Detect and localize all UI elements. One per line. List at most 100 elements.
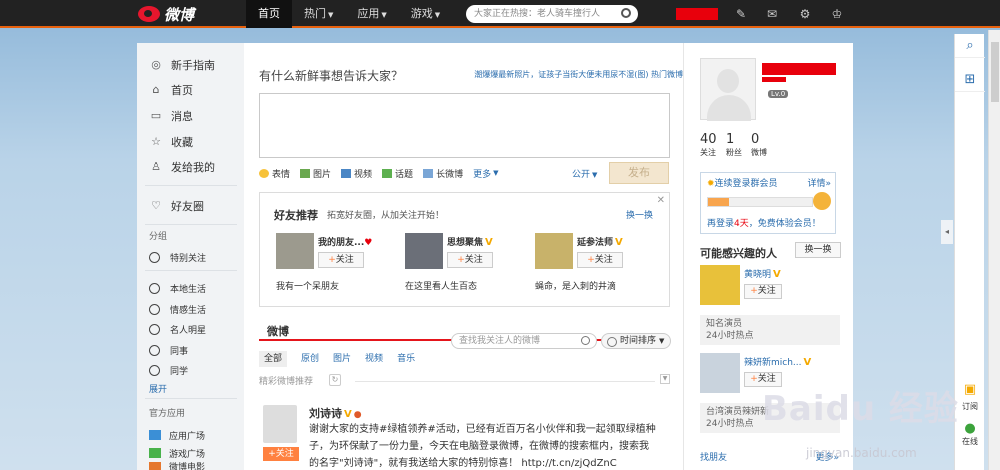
follow-button[interactable]: +关注	[577, 252, 623, 268]
visibility-label: 公开	[572, 170, 591, 180]
search-icon[interactable]	[621, 8, 631, 18]
rec-name[interactable]: 我的朋友...♥	[318, 235, 372, 248]
stat-followers[interactable]: 1 粉丝	[726, 132, 742, 158]
sidebar-item-label: 新手指南	[171, 59, 215, 72]
stat-number: 1	[726, 132, 735, 147]
sidebar-item-label: 名人明星	[170, 325, 207, 336]
verified-v-icon: V	[485, 237, 493, 248]
sidebar-group-item[interactable]: 同学	[149, 363, 188, 377]
crown-icon[interactable]: ♔	[829, 6, 845, 22]
vip-promo[interactable]: 再登录4天，免费体验会员！	[707, 216, 821, 229]
rec-name[interactable]: 延参法师 V	[577, 235, 623, 248]
scan-icon[interactable]: ⊞	[955, 68, 985, 92]
refresh-icon[interactable]: ↻	[329, 374, 341, 386]
tab-original[interactable]: 原创	[301, 351, 319, 367]
user-avatar[interactable]	[700, 58, 756, 121]
online-label[interactable]: 在线	[959, 436, 981, 447]
find-friends-link[interactable]: 找朋友	[700, 450, 727, 463]
tab-all[interactable]: 全部	[259, 351, 288, 367]
sidebar-item-sent-to-me[interactable]: ♙ 发给我的	[149, 159, 215, 175]
tab-videos[interactable]: 视频	[365, 351, 383, 367]
rec-swap-link[interactable]: 换一换	[626, 208, 653, 221]
rec-desc: 在这里看人生百态	[405, 282, 478, 292]
sidebar-app-item[interactable]: 游戏广场	[149, 446, 205, 460]
panel-toggle-icon[interactable]: ◂	[941, 220, 953, 244]
sidebar-item-home[interactable]: ⌂ 首页	[149, 82, 194, 98]
stat-following[interactable]: 40 关注	[700, 132, 717, 158]
publish-button[interactable]: 发布	[609, 162, 669, 184]
avatar[interactable]	[700, 265, 740, 305]
compose-textarea[interactable]	[259, 93, 670, 158]
scrollbar-thumb[interactable]	[991, 42, 999, 102]
divider	[145, 185, 237, 186]
tool-more[interactable]: 更多 ▼	[473, 167, 498, 180]
suggested-name[interactable]: 辣妍新mich... V	[744, 355, 811, 368]
nav-home[interactable]: 首页	[246, 0, 292, 28]
rec-subtitle: 拓宽好友圈，从加关注开始！	[327, 211, 445, 221]
tool-image[interactable]: 图片	[300, 167, 331, 180]
sidebar-item-label: 好友圈	[171, 200, 204, 213]
nav-hot[interactable]: 热门 ▼	[292, 0, 345, 28]
sidebar-group-item[interactable]: 同事	[149, 343, 188, 357]
sidebar-item-special[interactable]: 特别关注	[149, 250, 206, 264]
sort-dropdown[interactable]: 时间排序 ▼	[601, 333, 671, 349]
tool-video[interactable]: 视频	[341, 167, 372, 180]
username-redacted[interactable]	[762, 63, 836, 75]
username-redacted[interactable]	[676, 8, 718, 20]
compose-icon[interactable]: ✎	[733, 6, 749, 22]
gear-icon[interactable]: ⚙	[797, 6, 813, 22]
stat-posts[interactable]: 0 微博	[751, 132, 767, 158]
suggested-name[interactable]: 黄晓明 V	[744, 267, 781, 280]
nav-apps[interactable]: 应用 ▼	[345, 0, 398, 28]
search-icon[interactable]	[581, 336, 590, 345]
rec-name[interactable]: 思想聚焦 V	[447, 235, 493, 248]
avatar[interactable]	[700, 353, 740, 393]
sidebar-item-friend-circle[interactable]: ♡ 好友圈	[149, 198, 204, 214]
sidebar-app-item[interactable]: 应用广场	[149, 428, 205, 442]
mail-icon[interactable]: ✉	[764, 6, 780, 22]
sidebar-group-item[interactable]: 名人明星	[149, 322, 206, 336]
suggested-name-text: 黄晓明	[744, 270, 772, 280]
username-redacted-2	[762, 77, 786, 82]
hot-links[interactable]: 潮爆爆最新照片，证孩子当街大便未用尿不湿(图) 热门微博	[474, 69, 683, 80]
sidebar-item-messages[interactable]: ▭ 消息	[149, 108, 193, 124]
post-follow-button[interactable]: +关注	[263, 447, 299, 461]
follow-button[interactable]: +关注	[744, 284, 782, 299]
vip-title[interactable]: ✹连续登录群会员	[707, 176, 778, 189]
home-icon: ⌂	[152, 83, 160, 96]
nav-games[interactable]: 游戏 ▼	[399, 0, 452, 28]
post-author[interactable]: 刘诗诗 V ●	[309, 405, 362, 421]
close-icon[interactable]: ✕	[657, 195, 665, 206]
global-search-input[interactable]: 大家正在热搜：老人骑车撞行人	[466, 5, 638, 23]
sidebar-item-guide[interactable]: ◎ 新手指南	[149, 57, 215, 73]
avatar[interactable]	[276, 233, 314, 269]
subscribe-label[interactable]: 订阅	[959, 401, 981, 412]
feed-search-input[interactable]: 查找我关注人的微博	[451, 333, 597, 349]
vip-details-link[interactable]: 详情»	[807, 176, 831, 189]
tool-emoji[interactable]: 表情	[259, 167, 290, 180]
follow-button[interactable]: +关注	[318, 252, 364, 268]
sidebar-group-item[interactable]: 本地生活	[149, 281, 206, 295]
interests-swap-button[interactable]: 换一换	[795, 242, 841, 258]
tool-long-post[interactable]: 长微博	[423, 167, 463, 180]
sidebar-item-favorites[interactable]: ☆ 收藏	[149, 134, 193, 150]
scrollbar[interactable]	[988, 30, 1000, 470]
chevron-down-icon[interactable]: ▼	[660, 374, 670, 384]
tab-images[interactable]: 图片	[333, 351, 351, 367]
avatar[interactable]	[405, 233, 443, 269]
nav-hot-label: 热门	[304, 7, 326, 20]
sidebar-group-item[interactable]: 情感生活	[149, 302, 206, 316]
weibo-logo[interactable]: 微博	[138, 4, 194, 24]
level-badge[interactable]: Lv.0	[768, 90, 789, 98]
tool-topic[interactable]: 话题	[382, 167, 413, 180]
search-icon[interactable]: ⌕	[955, 34, 985, 58]
sidebar-app-item[interactable]: 微博电影	[149, 462, 205, 470]
tab-music[interactable]: 音乐	[397, 351, 415, 367]
expand-link[interactable]: 展开	[149, 382, 167, 395]
stat-number: 40	[700, 132, 717, 147]
follow-button[interactable]: +关注	[447, 252, 493, 268]
visibility-select[interactable]: 公开 ▼	[572, 167, 597, 180]
avatar[interactable]	[535, 233, 573, 269]
subscribe-icon[interactable]: ▣	[955, 378, 985, 402]
avatar[interactable]	[263, 405, 297, 443]
